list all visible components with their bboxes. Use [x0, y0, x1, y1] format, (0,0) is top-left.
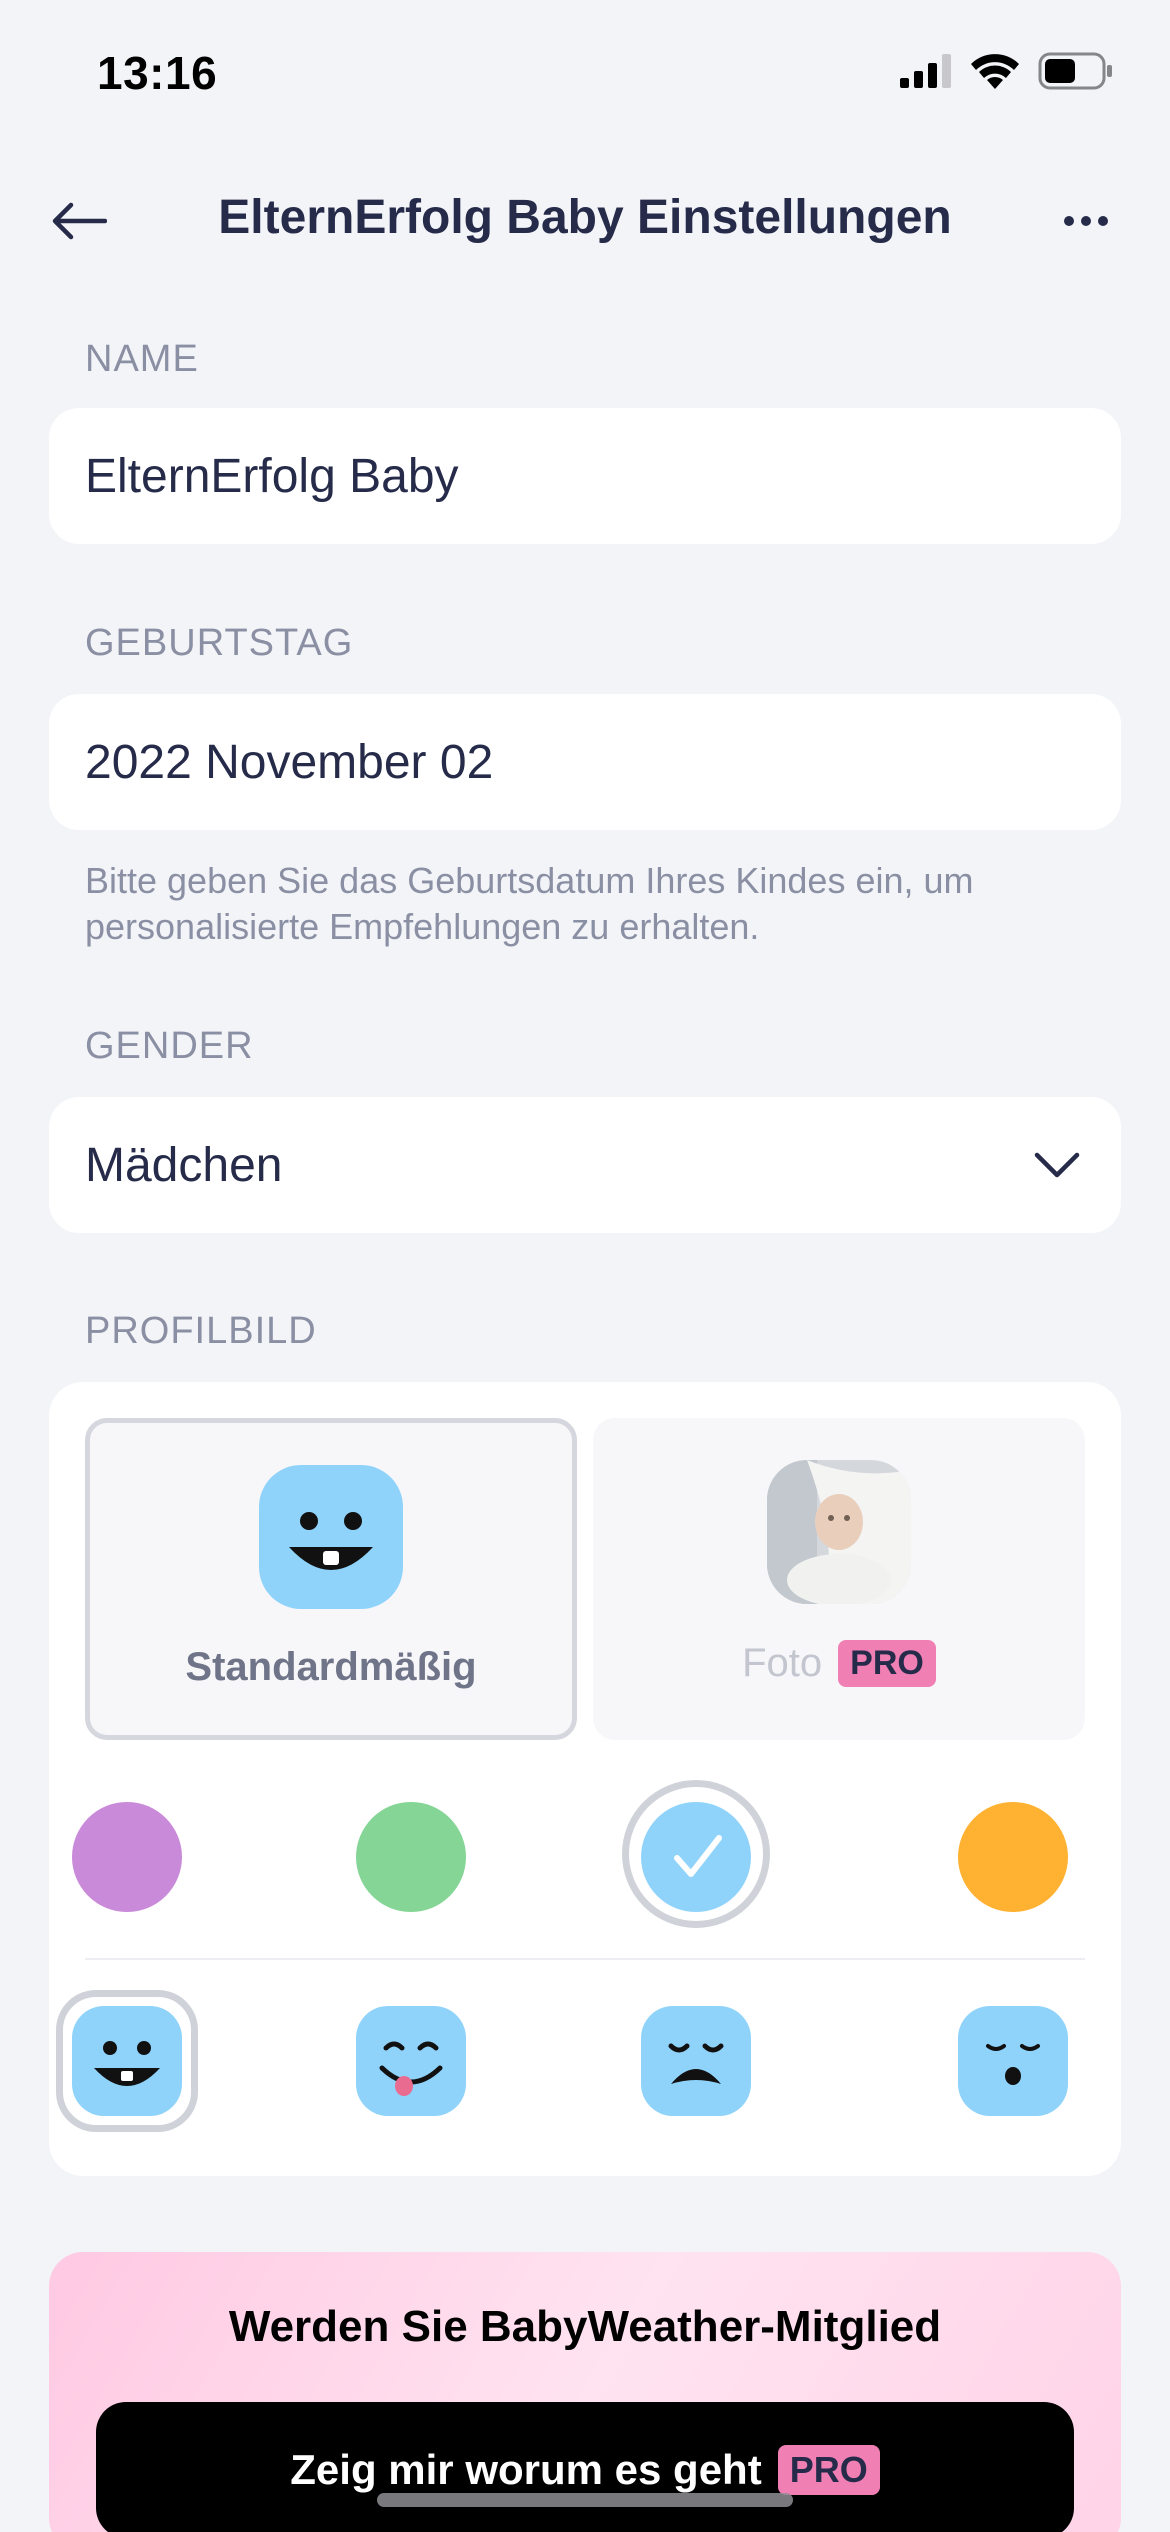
- status-time: 13:16: [97, 47, 218, 99]
- pro-badge: PRO: [777, 2445, 880, 2495]
- chevron-down-icon: [1034, 1152, 1080, 1178]
- signal-icon: [900, 54, 951, 88]
- more-options-button[interactable]: [1046, 186, 1126, 256]
- battery-icon: [1038, 52, 1112, 90]
- divider: [85, 1958, 1085, 1960]
- sleepy-face-option[interactable]: [958, 2006, 1068, 2116]
- birthday-label: GEBURTSTAG: [85, 622, 354, 664]
- color-swatch[interactable]: [958, 1802, 1068, 1912]
- nav-bar: ElternErfolg Baby Einstellungen: [0, 170, 1170, 270]
- photo-option[interactable]: Foto PRO: [593, 1418, 1085, 1740]
- color-swatch[interactable]: [72, 1802, 182, 1912]
- birthday-hint: Bitte geben Sie das Geburtsdatum Ihres K…: [85, 860, 974, 947]
- more-dots-icon: [1064, 216, 1108, 226]
- gender-select[interactable]: Mädchen: [49, 1097, 1121, 1233]
- name-label: NAME: [85, 338, 199, 380]
- status-icons: [900, 52, 1114, 90]
- face-picker-row: [49, 1990, 1121, 2146]
- tongue-out-face-icon: [356, 2006, 466, 2116]
- wifi-icon: [971, 54, 1019, 89]
- gender-value: Mädchen: [85, 1138, 283, 1192]
- profile-picture-card: Standardmäßig Foto PRO: [49, 1382, 1121, 2176]
- default-avatar-option[interactable]: Standardmäßig: [85, 1418, 577, 1740]
- checkmark-icon: [674, 1835, 722, 1877]
- settings-screen: 13:16 ElternErfolg Baby Einstellungen NA…: [0, 0, 1170, 2532]
- pro-badge: PRO: [838, 1640, 936, 1687]
- name-field[interactable]: ElternErfolg Baby: [49, 408, 1121, 544]
- profile-picture-label: PROFILBILD: [85, 1310, 317, 1352]
- name-value: ElternErfolg Baby: [85, 449, 459, 503]
- membership-promo-card: Werden Sie BabyWeather-Mitglied Zeig mir…: [49, 2252, 1121, 2532]
- baby-photo-image: [767, 1460, 911, 1604]
- smile-teeth-face-option[interactable]: [72, 2006, 182, 2116]
- sleepy-face-icon: [958, 2006, 1068, 2116]
- crying-face-icon: [641, 2006, 751, 2116]
- home-indicator: [377, 2493, 793, 2507]
- birthday-field[interactable]: 2022 November 02: [49, 694, 1121, 830]
- default-option-label: Standardmäßig: [185, 1645, 477, 1689]
- smile-teeth-face-icon: [72, 2006, 182, 2116]
- smile-face-icon: [259, 1465, 403, 1609]
- tongue-out-face-option[interactable]: [356, 2006, 466, 2116]
- photo-label-text: Foto: [742, 1641, 823, 1685]
- photo-option-label: Foto PRO: [593, 1640, 1085, 1687]
- promo-title: Werden Sie BabyWeather-Mitglied: [228, 2302, 942, 2351]
- crying-face-option[interactable]: [641, 2006, 751, 2116]
- color-swatch[interactable]: [356, 1802, 466, 1912]
- gender-label: GENDER: [85, 1025, 254, 1067]
- birthday-value: 2022 November 02: [85, 735, 494, 789]
- page-title: ElternErfolg Baby Einstellungen: [218, 191, 952, 244]
- color-picker-row: [49, 1780, 1121, 1930]
- status-bar: 13:16: [0, 0, 1170, 150]
- color-swatch[interactable]: [641, 1802, 751, 1912]
- show-me-button[interactable]: Zeig mir worum es geht PRO: [96, 2402, 1074, 2532]
- promo-button-label: Zeig mir worum es geht: [290, 2446, 762, 2493]
